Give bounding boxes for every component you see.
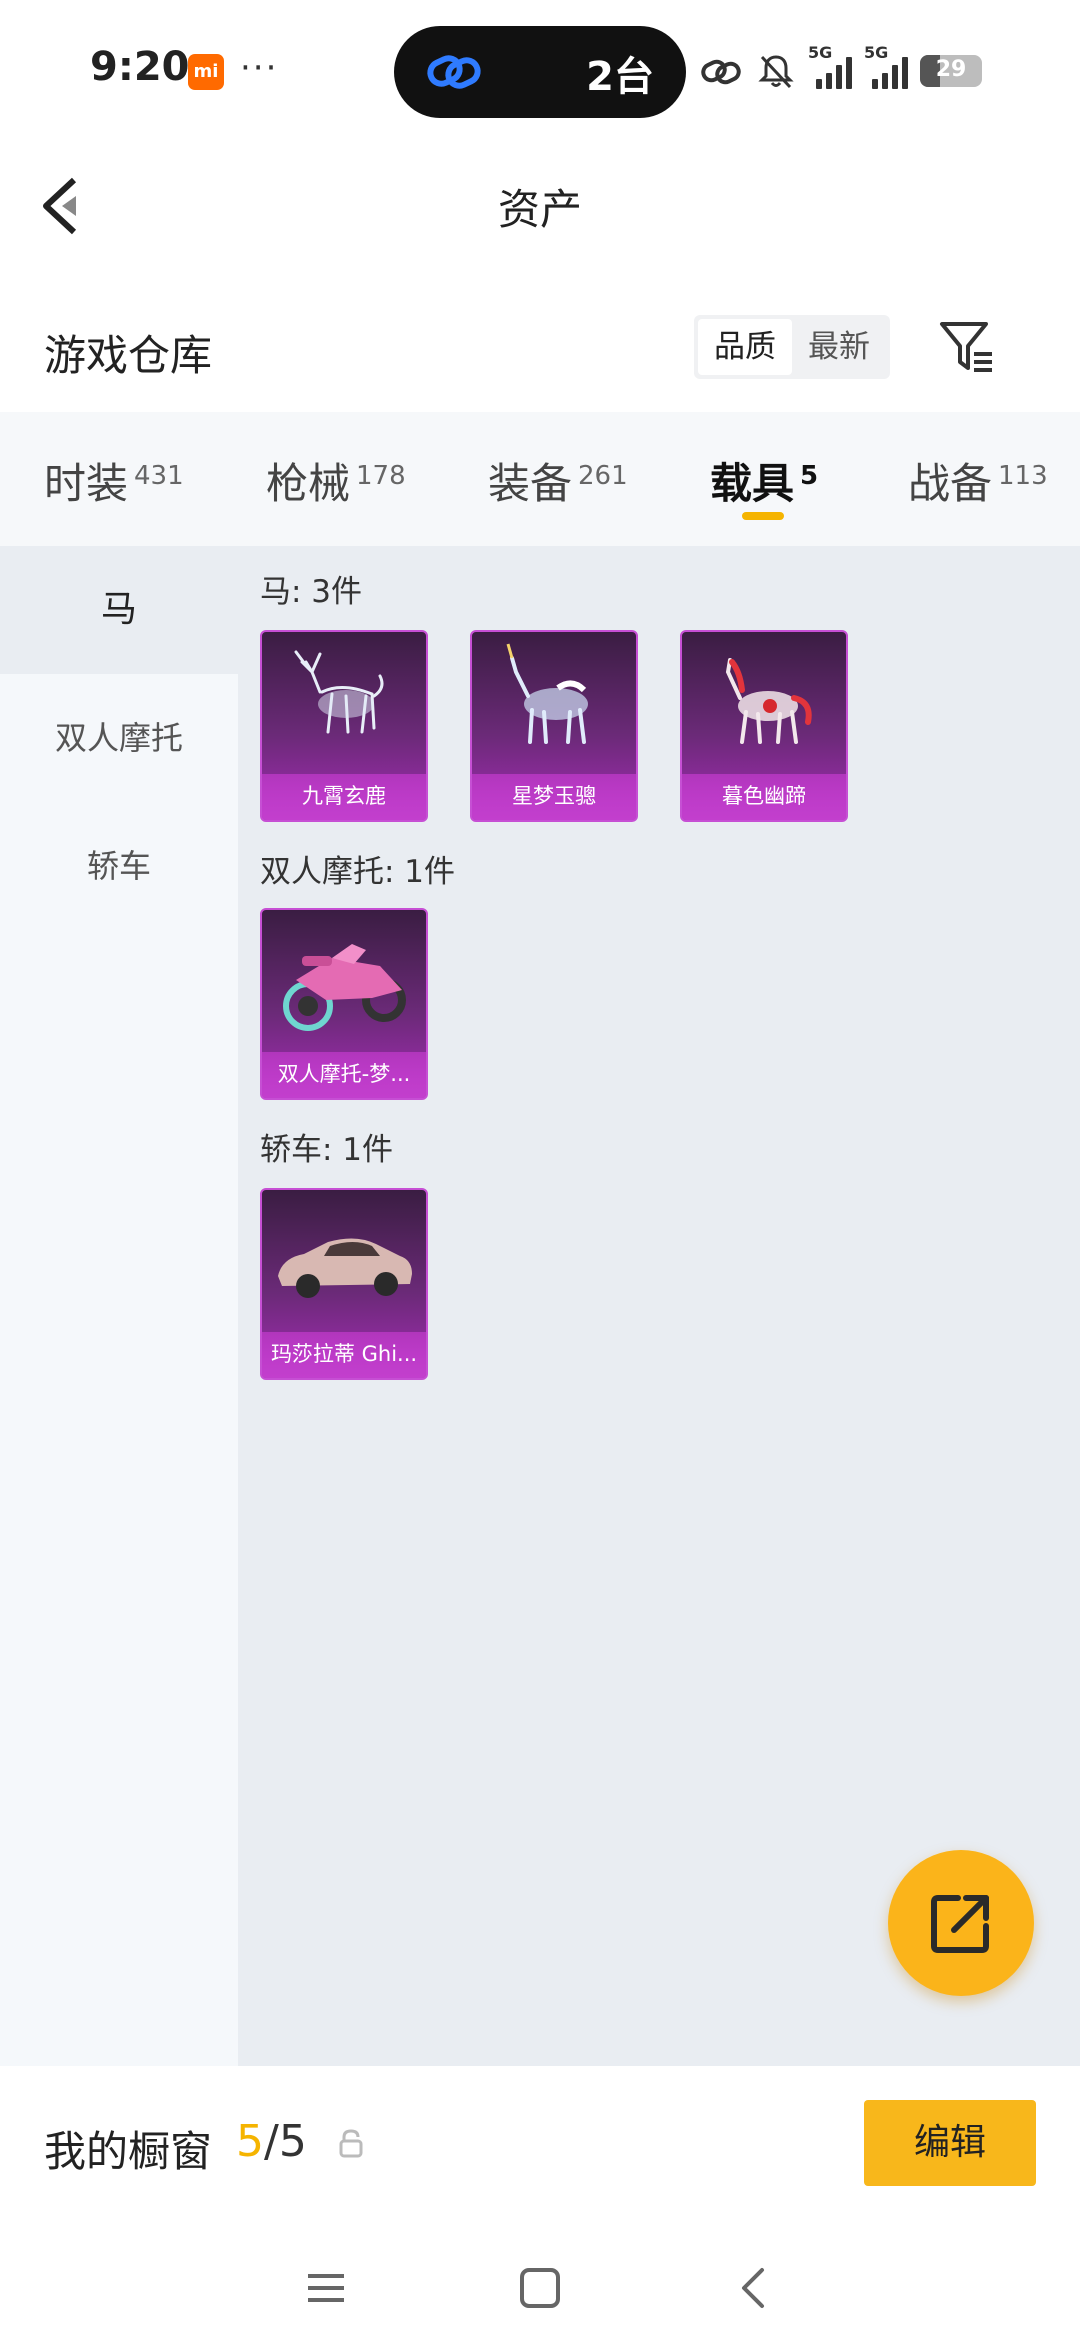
item-name: 双人摩托-梦...: [262, 1052, 426, 1098]
menu-icon[interactable]: [300, 2262, 352, 2314]
signal-sim2-icon: 5G: [864, 43, 908, 89]
share-icon: [931, 1895, 989, 1953]
motorbike-image: [283, 944, 406, 1031]
tab-count: 261: [578, 461, 628, 491]
lock-icon: [339, 2129, 363, 2158]
battery-icon: 29: [920, 55, 982, 87]
sim2-network: 5G: [864, 43, 889, 62]
link-status-icon: [701, 59, 741, 85]
mi-notification-icon: mi: [188, 54, 224, 90]
item-card[interactable]: 双人摩托-梦...: [260, 908, 428, 1100]
item-card[interactable]: 暮色幽蹄: [680, 630, 848, 822]
sidebar-item-motorbike[interactable]: 双人摩托: [0, 674, 238, 802]
group-title-sedan: 轿车: 1件: [260, 1132, 394, 1168]
share-fab-button[interactable]: [888, 1850, 1034, 1996]
warehouse-title: 游戏仓库: [44, 331, 213, 380]
item-card[interactable]: 玛莎拉蒂 Ghi...: [260, 1188, 428, 1380]
sim1-network: 5G: [808, 43, 833, 62]
group-title-motorbike: 双人摩托: 1件: [260, 854, 456, 890]
battery-level: 29: [935, 57, 967, 82]
showcase-total: /5: [264, 2116, 307, 2167]
tab-count: 113: [998, 461, 1048, 491]
filter-icon[interactable]: [938, 318, 994, 376]
sort-latest-button[interactable]: 最新: [792, 319, 886, 375]
edit-button[interactable]: 编辑: [864, 2100, 1036, 2186]
sort-toggle: 品质 最新: [694, 315, 890, 379]
more-notifications-icon: ···: [240, 48, 279, 88]
subcategory-sidebar: 马 双人摩托 轿车: [0, 546, 238, 2066]
signal-sim1-icon: 5G: [808, 43, 852, 89]
tab-count: 178: [356, 461, 406, 491]
link-icon: [427, 55, 481, 89]
sidebar-item-sedan[interactable]: 轿车: [0, 802, 238, 930]
tab-equipment[interactable]: 装备 261: [488, 450, 628, 511]
group-title-horse: 马: 3件: [260, 574, 363, 610]
tab-costume[interactable]: 时装 431: [44, 450, 184, 511]
unicorn-image: [506, 643, 588, 744]
status-time: 9:20: [90, 44, 190, 90]
back-icon[interactable]: [730, 2262, 782, 2314]
page-title: 资产: [497, 185, 582, 234]
tab-vehicles[interactable]: 载具 5: [710, 450, 818, 511]
item-grid: 马: 3件 九霄玄鹿 星梦玉骢 暮色幽蹄 双人摩托: 1件 双人摩托-梦... …: [238, 546, 1080, 2066]
tab-count: 5: [800, 461, 819, 491]
category-tabs: 时装 431 枪械 178 装备 261 载具 5 战备 113: [0, 412, 1080, 546]
tab-count: 431: [134, 461, 184, 491]
item-name: 九霄玄鹿: [262, 774, 426, 820]
sedan-image: [278, 1238, 412, 1298]
showcase-label: 我的橱窗: [44, 2127, 213, 2176]
showcase-current: 5: [236, 2116, 264, 2167]
active-tab-indicator: [742, 512, 784, 520]
item-name: 暮色幽蹄: [682, 774, 846, 820]
island-text: 2台: [586, 54, 654, 100]
tab-combat-gear[interactable]: 战备 113: [908, 450, 1048, 511]
showcase-count: 5/5: [236, 2116, 307, 2167]
horse-image: [725, 658, 812, 744]
item-card[interactable]: 星梦玉骢: [470, 630, 638, 822]
tab-firearms[interactable]: 枪械 178: [266, 450, 406, 511]
nav-bar: 资产: [0, 130, 1080, 280]
sidebar-item-horse[interactable]: 马: [0, 546, 238, 674]
home-icon[interactable]: [514, 2262, 566, 2314]
status-bar: 9:20 mi ··· 2台 5G 5G 29: [0, 0, 1080, 130]
item-name: 玛莎拉蒂 Ghi...: [262, 1332, 426, 1378]
dynamic-island[interactable]: 2台: [394, 26, 686, 118]
mute-bell-icon: [758, 55, 794, 89]
system-nav-bar: [0, 2226, 1080, 2347]
item-card[interactable]: 九霄玄鹿: [260, 630, 428, 822]
item-name: 星梦玉骢: [472, 774, 636, 820]
sort-quality-button[interactable]: 品质: [698, 319, 792, 375]
deer-image: [294, 650, 384, 734]
showcase-bar: 我的橱窗 5/5 编辑: [0, 2066, 1080, 2226]
status-icons: 5G 5G 29: [700, 43, 982, 98]
